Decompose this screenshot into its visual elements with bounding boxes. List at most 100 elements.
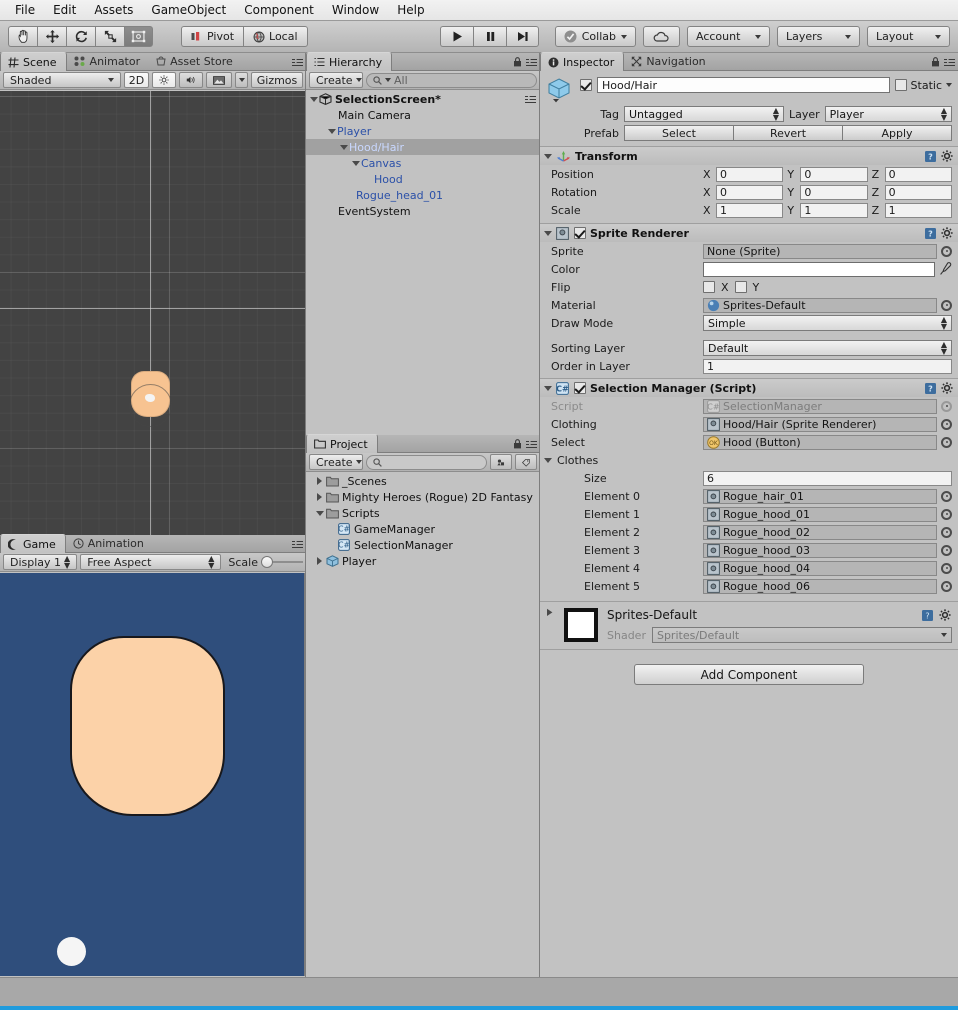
disclosure-arrow[interactable] <box>544 385 552 391</box>
menu-item-help[interactable]: Help <box>388 1 433 19</box>
hierarchy-row-rogue-head[interactable]: Rogue_head_01 <box>306 187 540 203</box>
hierarchy-row-player[interactable]: Player <box>306 123 540 139</box>
audio-toggle-button[interactable] <box>179 72 203 88</box>
scale-z-input[interactable]: 1 <box>884 202 952 218</box>
rotate-tool-button[interactable] <box>66 26 95 47</box>
tab-scene[interactable]: Scene <box>0 52 67 71</box>
flip-x-checkbox[interactable] <box>703 281 715 293</box>
hierarchy-row-main-camera[interactable]: Main Camera <box>306 107 540 123</box>
transform-header[interactable]: Transform ? <box>540 147 958 165</box>
display-dropdown[interactable]: Display 1 ▲ ▼ <box>3 554 78 570</box>
material-picker-button[interactable] <box>941 299 952 311</box>
disclosure-arrow[interactable] <box>314 477 325 485</box>
gameobject-name-input[interactable]: Hood/Hair <box>597 77 890 93</box>
hierarchy-row-hood-hair[interactable]: Hood/Hair <box>306 139 540 155</box>
add-component-button[interactable]: Add Component <box>634 664 864 685</box>
scale-slider[interactable] <box>261 556 303 568</box>
element-5-picker-button[interactable] <box>941 580 952 592</box>
hierarchy-row-hood[interactable]: Hood <box>306 171 540 187</box>
menu-item-gameobject[interactable]: GameObject <box>142 1 235 19</box>
position-z-input[interactable]: 0 <box>884 166 952 182</box>
position-y-input[interactable]: 0 <box>800 166 868 182</box>
aspect-dropdown[interactable]: Free Aspect ▲ ▼ <box>80 554 222 570</box>
sprite-picker-button[interactable] <box>941 245 952 257</box>
element-5-object-field[interactable]: Rogue_hood_06 <box>703 578 937 594</box>
hierarchy-row-scene[interactable]: SelectionScreen* <box>306 91 540 107</box>
cloud-button[interactable] <box>643 26 680 47</box>
rotation-x-input[interactable]: 0 <box>716 184 784 200</box>
move-tool-button[interactable] <box>37 26 66 47</box>
prefab-select-button[interactable]: Select <box>624 125 733 141</box>
tab-inspector[interactable]: Inspector <box>540 52 625 71</box>
hand-tool-button[interactable] <box>8 26 37 47</box>
element-0-picker-button[interactable] <box>941 490 952 502</box>
menu-item-file[interactable]: File <box>6 1 44 19</box>
clothes-array-row[interactable]: Clothes <box>540 451 958 469</box>
rotation-y-input[interactable]: 0 <box>800 184 868 200</box>
select-object-field[interactable]: OK Hood (Button) <box>703 434 937 450</box>
flip-y-checkbox[interactable] <box>734 281 747 293</box>
sprite-renderer-header[interactable]: Sprite Renderer ? <box>540 224 958 242</box>
disclosure-arrow[interactable] <box>314 493 325 501</box>
hierarchy-row-canvas[interactable]: Canvas <box>306 155 540 171</box>
menu-item-component[interactable]: Component <box>235 1 323 19</box>
tab-project[interactable]: Project <box>306 434 378 453</box>
gizmos-button[interactable]: Gizmos <box>251 72 303 88</box>
2d-toggle-button[interactable]: 2D <box>124 72 149 88</box>
play-button[interactable] <box>440 26 473 47</box>
tab-hierarchy[interactable]: Hierarchy <box>306 52 393 71</box>
static-toggle[interactable]: Static <box>894 79 952 92</box>
element-2-object-field[interactable]: Rogue_hood_02 <box>703 524 937 540</box>
menu-item-edit[interactable]: Edit <box>44 1 85 19</box>
color-swatch-field[interactable] <box>703 261 935 277</box>
scale-x-input[interactable]: 1 <box>716 202 784 218</box>
static-checkbox[interactable] <box>894 79 907 91</box>
clothing-object-field[interactable]: Hood/Hair (Sprite Renderer) <box>703 416 937 432</box>
element-2-picker-button[interactable] <box>941 526 952 538</box>
element-3-picker-button[interactable] <box>941 544 952 556</box>
game-selection-button-dot[interactable] <box>57 937 86 966</box>
element-3-object-field[interactable]: Rogue_hood_03 <box>703 542 937 558</box>
project-create-button[interactable]: Create <box>309 454 363 470</box>
disclosure-arrow[interactable] <box>338 144 349 150</box>
project-row-mighty-heroes[interactable]: Mighty Heroes (Rogue) 2D Fantasy <box>306 489 540 505</box>
menu-item-assets[interactable]: Assets <box>85 1 142 19</box>
sprite-object-field[interactable]: None (Sprite) <box>703 243 937 259</box>
selection-manager-enabled-checkbox[interactable] <box>574 382 586 394</box>
hierarchy-row-eventsystem[interactable]: EventSystem <box>306 203 540 219</box>
scene-viewport[interactable] <box>0 91 306 535</box>
account-button[interactable]: Account <box>687 26 770 47</box>
element-4-picker-button[interactable] <box>941 562 952 574</box>
game-tab-options[interactable] <box>292 540 303 549</box>
disclosure-arrow[interactable] <box>544 457 552 463</box>
clothing-picker-button[interactable] <box>941 418 952 430</box>
prefab-revert-button[interactable]: Revert <box>733 125 842 141</box>
tag-dropdown[interactable]: Untagged ▲ ▼ <box>624 106 784 122</box>
size-input[interactable]: 6 <box>703 470 952 486</box>
scale-y-input[interactable]: 1 <box>800 202 868 218</box>
tab-game[interactable]: Game <box>0 534 66 553</box>
disclosure-arrow[interactable] <box>308 96 319 102</box>
gameobject-enabled-checkbox[interactable] <box>580 79 592 91</box>
disclosure-arrow[interactable] <box>314 510 325 516</box>
project-row-scripts[interactable]: Scripts <box>306 505 540 521</box>
scene-tab-options[interactable] <box>292 58 303 67</box>
draw-mode-dropdown[interactable]: Simple ▲ ▼ <box>703 315 952 331</box>
hierarchy-tab-options[interactable] <box>513 57 537 67</box>
select-picker-button[interactable] <box>941 436 952 448</box>
collab-button[interactable]: Collab <box>554 26 636 47</box>
project-type-filter-button[interactable] <box>490 454 512 470</box>
project-tab-options[interactable] <box>513 439 537 449</box>
position-x-input[interactable]: 0 <box>716 166 784 182</box>
sprite-renderer-enabled-checkbox[interactable] <box>574 227 586 239</box>
pivot-button[interactable]: Pivot <box>181 26 244 47</box>
project-search-input[interactable] <box>366 454 487 470</box>
disclosure-arrow[interactable] <box>326 128 337 134</box>
project-row-gamemanager[interactable]: C# GameManager <box>306 521 540 537</box>
tab-navigation[interactable]: Navigation <box>624 52 714 70</box>
scene-fx-dropdown[interactable] <box>235 72 248 88</box>
selection-manager-header[interactable]: C# Selection Manager (Script) ? <box>540 379 958 397</box>
tab-asset-store[interactable]: Asset Store <box>149 52 242 70</box>
tab-animator[interactable]: Animator <box>67 52 150 70</box>
sorting-layer-dropdown[interactable]: Default ▲ ▼ <box>703 340 952 356</box>
